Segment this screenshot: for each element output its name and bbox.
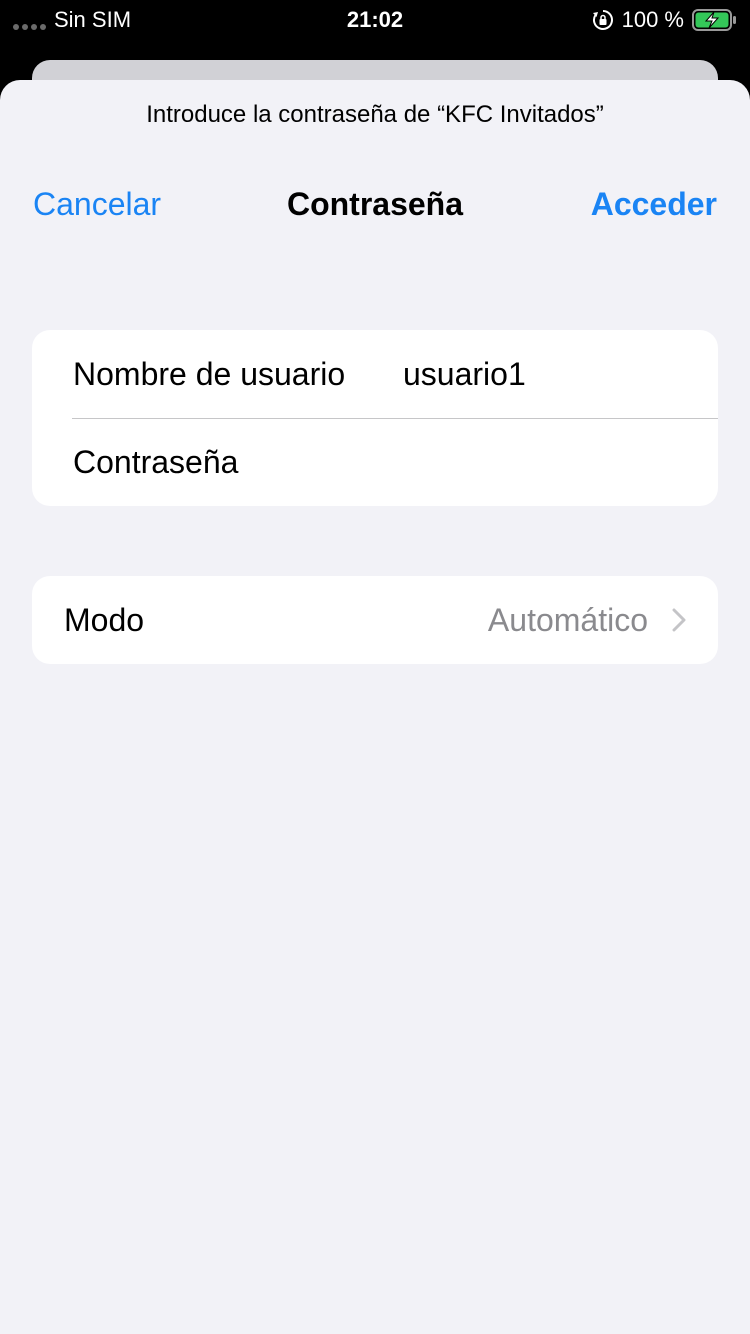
username-field[interactable]: usuario1 — [403, 356, 526, 392]
battery-charging-icon — [692, 9, 736, 31]
navigation-bar: Cancelar Contraseña Acceder — [0, 180, 750, 228]
chevron-right-icon — [672, 608, 686, 632]
password-field[interactable] — [403, 438, 697, 488]
password-row[interactable]: Contraseña — [32, 418, 718, 506]
mode-label: Modo — [64, 602, 145, 638]
mode-row[interactable]: Modo Automático — [32, 576, 718, 664]
username-row[interactable]: Nombre de usuario usuario1 — [32, 330, 718, 419]
password-sheet: Introduce la contraseña de “KFC Invitado… — [0, 80, 750, 1334]
join-button[interactable]: Acceder — [591, 186, 717, 222]
status-right-group: 100 % — [592, 6, 736, 34]
sheet-prompt: Introduce la contraseña de “KFC Invitado… — [146, 101, 604, 128]
screen: Sin SIM 21:02 100 % Introduce la contras… — [0, 0, 750, 1334]
status-bar: Sin SIM 21:02 100 % — [0, 0, 750, 42]
password-label: Contraseña — [73, 444, 239, 480]
battery-percent: 100 % — [621, 7, 684, 32]
mode-value: Automático — [487, 602, 648, 638]
credentials-group: Nombre de usuario usuario1 Contraseña — [32, 330, 718, 506]
orientation-lock-icon — [592, 10, 613, 30]
username-label: Nombre de usuario — [73, 356, 346, 392]
